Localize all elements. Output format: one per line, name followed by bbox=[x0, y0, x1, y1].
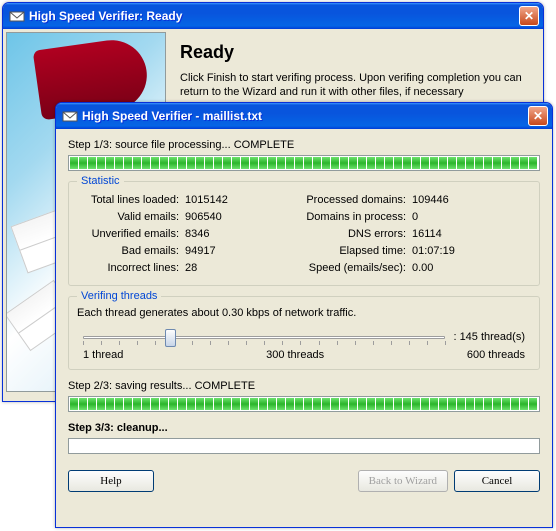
window-title: High Speed Verifier: Ready bbox=[29, 9, 519, 23]
threads-legend: Verifing threads bbox=[77, 290, 161, 302]
stat-label: Unverified emails: bbox=[77, 226, 185, 243]
app-icon bbox=[9, 8, 25, 24]
stat-value: 94917 bbox=[185, 243, 304, 260]
page-description: Click Finish to start verifing process. … bbox=[180, 71, 526, 100]
stat-label: Valid emails: bbox=[77, 209, 185, 226]
stat-value: 28 bbox=[185, 260, 304, 277]
stat-row: Unverified emails:8346 bbox=[77, 226, 304, 243]
step1-label: Step 1/3: source file processing... COMP… bbox=[68, 139, 540, 151]
stat-row: Speed (emails/sec):0.00 bbox=[304, 260, 531, 277]
titlebar[interactable]: High Speed Verifier - maillist.txt ✕ bbox=[56, 103, 552, 129]
close-icon: ✕ bbox=[533, 109, 543, 123]
app-icon bbox=[62, 108, 78, 124]
stat-value: 1015142 bbox=[185, 192, 304, 209]
threads-group: Verifing threads Each thread generates a… bbox=[68, 296, 540, 370]
threads-slider[interactable] bbox=[83, 327, 445, 347]
back-to-wizard-button: Back to Wizard bbox=[358, 470, 448, 492]
stat-label: Speed (emails/sec): bbox=[304, 260, 412, 277]
threads-info: Each thread generates about 0.30 kbps of… bbox=[77, 307, 531, 319]
stat-row: Total lines loaded:1015142 bbox=[77, 192, 304, 209]
help-button[interactable]: Help bbox=[68, 470, 154, 492]
step2-progress bbox=[68, 396, 540, 412]
window-title: High Speed Verifier - maillist.txt bbox=[82, 109, 528, 123]
stat-label: Elapsed time: bbox=[304, 243, 412, 260]
statistic-legend: Statistic bbox=[77, 175, 124, 187]
stat-value: 01:07:19 bbox=[412, 243, 531, 260]
slider-mid: 300 threads bbox=[266, 349, 324, 361]
stat-label: DNS errors: bbox=[304, 226, 412, 243]
stat-row: DNS errors:16114 bbox=[304, 226, 531, 243]
stat-value: 906540 bbox=[185, 209, 304, 226]
stat-label: Incorrect lines: bbox=[77, 260, 185, 277]
step2-label: Step 2/3: saving results... COMPLETE bbox=[68, 380, 540, 392]
stat-row: Domains in process:0 bbox=[304, 209, 531, 226]
stat-value: 16114 bbox=[412, 226, 531, 243]
statistic-group: Statistic Total lines loaded:1015142Vali… bbox=[68, 181, 540, 286]
stat-row: Incorrect lines:28 bbox=[77, 260, 304, 277]
stat-row: Bad emails:94917 bbox=[77, 243, 304, 260]
step3-progress bbox=[68, 438, 540, 454]
titlebar[interactable]: High Speed Verifier: Ready ✕ bbox=[3, 3, 543, 29]
page-heading: Ready bbox=[180, 42, 526, 63]
stat-row: Elapsed time:01:07:19 bbox=[304, 243, 531, 260]
cancel-button[interactable]: Cancel bbox=[454, 470, 540, 492]
close-button[interactable]: ✕ bbox=[519, 6, 539, 26]
stat-value: 8346 bbox=[185, 226, 304, 243]
threads-value: : 145 thread(s) bbox=[453, 331, 525, 343]
close-button[interactable]: ✕ bbox=[528, 106, 548, 126]
stat-value: 0.00 bbox=[412, 260, 531, 277]
slider-min: 1 thread bbox=[83, 349, 123, 361]
stat-label: Bad emails: bbox=[77, 243, 185, 260]
stat-label: Domains in process: bbox=[304, 209, 412, 226]
stat-label: Processed domains: bbox=[304, 192, 412, 209]
progress-window: High Speed Verifier - maillist.txt ✕ Ste… bbox=[55, 102, 553, 528]
stat-row: Processed domains:109446 bbox=[304, 192, 531, 209]
step1-progress bbox=[68, 155, 540, 171]
stat-value: 0 bbox=[412, 209, 531, 226]
close-icon: ✕ bbox=[524, 9, 534, 23]
step3-label: Step 3/3: cleanup... bbox=[68, 422, 540, 434]
stat-row: Valid emails:906540 bbox=[77, 209, 304, 226]
stat-value: 109446 bbox=[412, 192, 531, 209]
slider-max: 600 threads bbox=[467, 349, 525, 361]
stat-label: Total lines loaded: bbox=[77, 192, 185, 209]
